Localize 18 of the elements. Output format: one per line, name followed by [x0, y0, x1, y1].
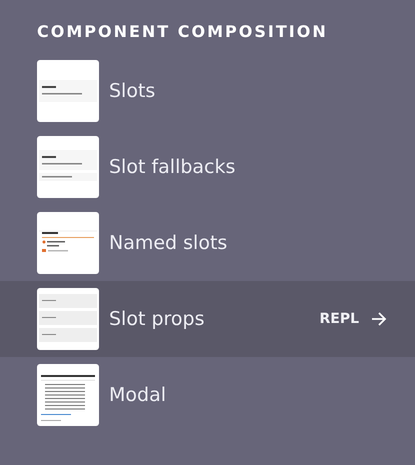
example-title: Modal	[109, 384, 167, 406]
preview-drawing	[37, 364, 99, 426]
preview-drawing	[37, 288, 99, 350]
section-heading: COMPONENT COMPOSITION	[36, 22, 329, 42]
preview-drawing	[37, 212, 99, 274]
example-title: Named slots	[109, 232, 228, 254]
preview-drawing	[37, 60, 99, 122]
example-item[interactable]: Named slots	[0, 205, 415, 281]
example-item[interactable]: Slot fallbacks	[0, 129, 415, 205]
arrow-icon	[371, 312, 387, 326]
repl-link[interactable]: REPL	[319, 311, 387, 327]
example-title: Slot props	[109, 308, 206, 330]
example-title: Slots	[109, 80, 156, 102]
example-item[interactable]: Slot props REPL	[0, 281, 415, 357]
example-item[interactable]: Slots	[0, 53, 415, 129]
preview-drawing	[37, 136, 99, 198]
example-title: Slot fallbacks	[109, 156, 236, 178]
example-item[interactable]: Modal	[0, 357, 415, 433]
